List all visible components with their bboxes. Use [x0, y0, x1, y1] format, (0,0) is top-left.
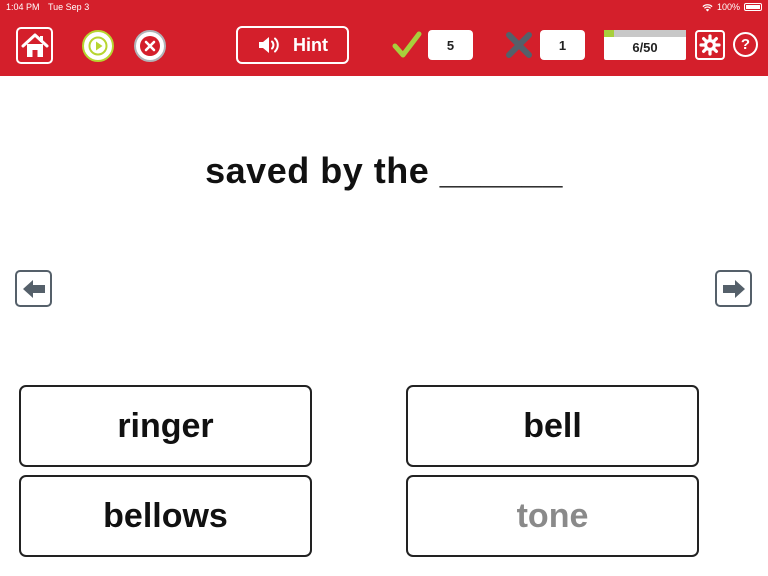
progress-text: 6/50 [632, 40, 658, 55]
wifi-icon [702, 3, 713, 11]
status-bar: 1:04 PM Tue Sep 3 100% [0, 0, 768, 14]
home-icon [21, 33, 48, 57]
hint-button[interactable]: Hint [236, 26, 349, 64]
progress-fill [604, 30, 614, 37]
previous-button[interactable] [15, 270, 52, 307]
help-button[interactable]: ? [733, 32, 758, 57]
battery-percent: 100% [716, 2, 740, 12]
answer-label: bellows [103, 496, 228, 535]
next-button[interactable] [715, 270, 752, 307]
answer-label: ringer [117, 406, 214, 445]
checkmark-icon [392, 31, 422, 58]
settings-button[interactable] [695, 30, 725, 60]
arrow-left-icon [22, 279, 45, 298]
answer-option-bell[interactable]: bell [406, 385, 699, 467]
answer-option-tone: tone [406, 475, 699, 557]
status-date: Tue Sep 3 [48, 2, 90, 12]
x-mark-icon [506, 32, 532, 58]
battery-icon [744, 3, 762, 11]
wrong-count: 1 [540, 30, 585, 60]
status-time: 1:04 PM [6, 2, 40, 12]
cancel-button[interactable] [134, 30, 166, 62]
answer-label: tone [516, 496, 589, 535]
answer-label: bell [523, 406, 582, 445]
play-icon [88, 36, 108, 56]
hint-label: Hint [293, 34, 328, 55]
home-button[interactable] [16, 27, 53, 64]
top-toolbar: 1:04 PM Tue Sep 3 100% Hint 5 1 6/50 ? [0, 0, 768, 76]
help-icon: ? [740, 36, 751, 53]
play-button[interactable] [82, 30, 114, 62]
close-icon [140, 36, 160, 56]
status-right: 100% [702, 0, 762, 14]
correct-count: 5 [428, 30, 473, 60]
progress-track [604, 30, 686, 37]
arrow-right-icon [722, 279, 745, 298]
speaker-icon [259, 37, 279, 53]
answer-option-bellows[interactable]: bellows [19, 475, 312, 557]
progress-indicator: 6/50 [604, 30, 686, 60]
gear-icon [699, 34, 721, 56]
answer-option-ringer[interactable]: ringer [19, 385, 312, 467]
question-text: saved by the ______ [205, 150, 563, 191]
